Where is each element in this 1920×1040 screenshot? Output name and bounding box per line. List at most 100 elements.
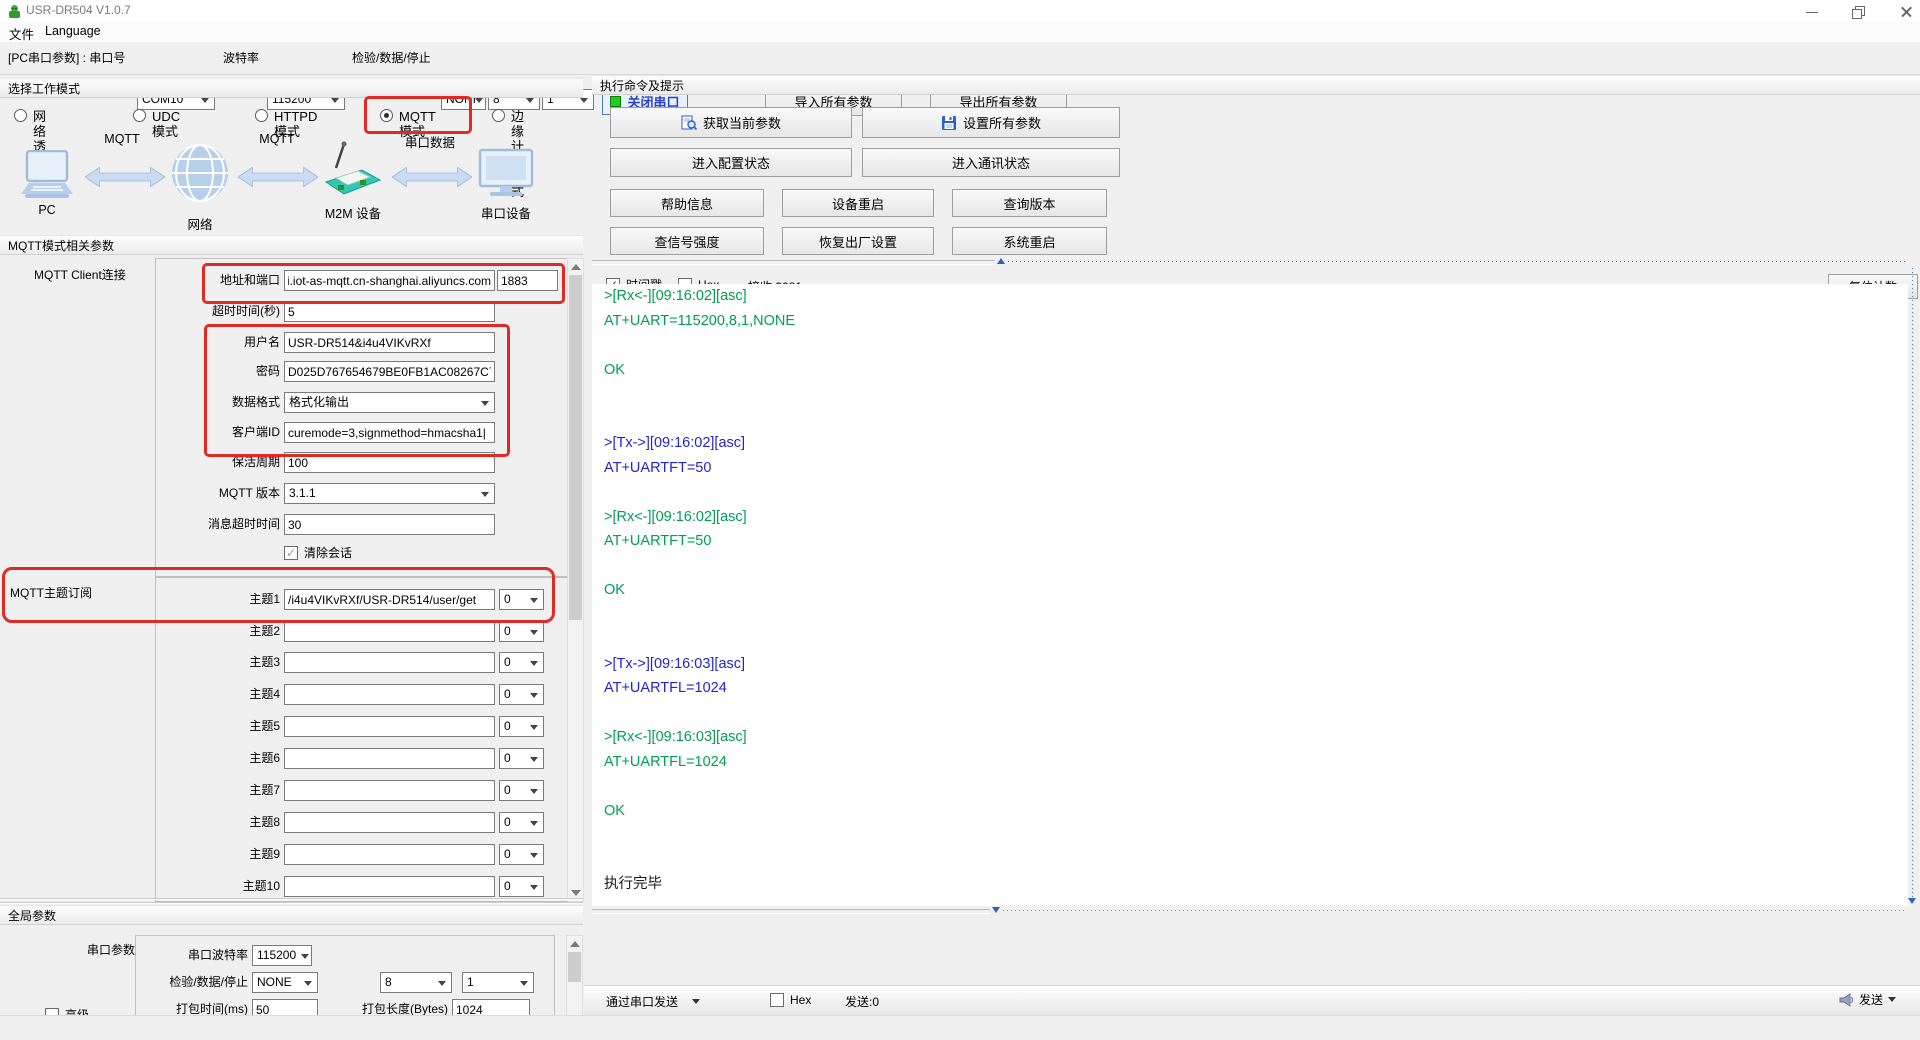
log-bottom-splitter-track[interactable] xyxy=(1003,907,1905,914)
chevron-down-icon xyxy=(530,789,538,794)
addr-input[interactable] xyxy=(284,270,495,291)
topic-3-input[interactable] xyxy=(284,652,495,673)
splitter-marker-icon[interactable] xyxy=(997,258,1005,264)
window-title: USR-DR504 V1.0.7 xyxy=(26,3,131,17)
data-format-select[interactable]: 格式化输出 xyxy=(284,392,495,413)
signal-strength-button[interactable]: 查信号强度 xyxy=(610,227,764,255)
topic-2-input[interactable] xyxy=(284,621,495,642)
mqtt-version-select[interactable]: 3.1.1 xyxy=(284,483,495,504)
client-id-label: 客户端ID xyxy=(231,425,280,439)
timeout-label: 超时时间(秒) xyxy=(212,304,280,318)
global-stopbits-select[interactable]: 1 xyxy=(462,972,534,993)
topic-5-input[interactable] xyxy=(284,716,495,737)
data-format-value: 格式化输出 xyxy=(289,395,350,409)
set-params-button[interactable]: 设置所有参数 xyxy=(862,107,1120,138)
topic-9-qos-select[interactable]: 0 xyxy=(499,844,544,865)
chevron-down-icon xyxy=(530,757,538,762)
topic-7-input[interactable] xyxy=(284,780,495,801)
help-info-button[interactable]: 帮助信息 xyxy=(610,189,764,217)
factory-reset-button[interactable]: 恢复出厂设置 xyxy=(782,227,934,255)
log-line: 执行完毕 xyxy=(604,876,662,892)
serial-open-indicator-icon xyxy=(610,95,622,107)
checkbox-unchecked-icon xyxy=(770,993,784,1007)
topic-10-qos-select[interactable]: 0 xyxy=(499,876,544,897)
restore-button[interactable] xyxy=(1843,4,1873,19)
baud-label: 波特率 xyxy=(223,51,260,65)
minimize-button[interactable] xyxy=(1796,4,1826,19)
topic-10-input[interactable] xyxy=(284,876,495,897)
port-input[interactable] xyxy=(497,270,558,291)
topic-8-qos-select[interactable]: 0 xyxy=(499,812,544,833)
get-params-button[interactable]: 获取当前参数 xyxy=(610,107,852,138)
work-mode-header: 选择工作模式 xyxy=(0,78,583,98)
global-databits-select[interactable]: 8 xyxy=(380,972,452,993)
enter-config-button[interactable]: 进入配置状态 xyxy=(610,148,852,177)
chevron-down-icon xyxy=(530,630,538,635)
chevron-down-icon xyxy=(481,492,489,497)
topic-3-qos-select[interactable]: 0 xyxy=(499,652,544,673)
qos-value: 0 xyxy=(504,783,511,797)
qos-value: 0 xyxy=(504,751,511,765)
global-parity-select[interactable]: NONE xyxy=(252,972,318,993)
chevron-down-icon xyxy=(201,98,209,103)
splitter-marker-icon[interactable] xyxy=(1908,898,1916,904)
password-input[interactable] xyxy=(284,361,495,382)
msg-timeout-input[interactable] xyxy=(284,514,495,535)
pc-laptop-icon xyxy=(21,150,73,198)
log-right-splitter-track[interactable] xyxy=(1909,268,1916,898)
scroll-up-icon[interactable] xyxy=(571,264,581,270)
get-params-label: 获取当前参数 xyxy=(702,116,781,131)
log-output[interactable]: >[Rx<-][09:16:02][asc] AT+UART=115200,8,1… xyxy=(592,284,1908,906)
menu-language[interactable]: Language xyxy=(45,24,101,38)
topic-6-input[interactable] xyxy=(284,748,495,769)
left-panel-scrollbar[interactable] xyxy=(567,258,584,902)
topic-1-qos-select[interactable]: 0 xyxy=(499,589,544,610)
qos-value: 0 xyxy=(504,624,511,638)
topic-9-input[interactable] xyxy=(284,844,495,865)
global-baud-select[interactable]: 115200 xyxy=(252,945,312,966)
app-window: USR-DR504 V1.0.7 文件 Language [PC串口参数] : … xyxy=(0,0,1920,1040)
scrollbar-thumb[interactable] xyxy=(569,275,582,620)
scroll-up-icon[interactable] xyxy=(570,941,580,947)
log-bottom-splitter[interactable] xyxy=(592,909,990,914)
diagram-pc-label: PC xyxy=(38,203,56,217)
send-button[interactable]: 发送 xyxy=(1838,991,1897,1008)
topic-8-input[interactable] xyxy=(284,812,495,833)
log-top-splitter-track[interactable] xyxy=(1008,258,1905,265)
menu-file[interactable]: 文件 xyxy=(9,24,34,43)
topic-4-qos-select[interactable]: 0 xyxy=(499,684,544,705)
chevron-down-icon xyxy=(530,693,538,698)
send-via-serial-dropdown[interactable]: 通过串口发送 xyxy=(606,993,678,1010)
close-button[interactable] xyxy=(1890,4,1920,19)
query-version-button[interactable]: 查询版本 xyxy=(952,189,1107,217)
chevron-down-icon[interactable] xyxy=(692,999,700,1004)
topic-7-qos-select[interactable]: 0 xyxy=(499,780,544,801)
diagram-net-label: 网络 xyxy=(187,218,213,232)
system-restart-button[interactable]: 系统重启 xyxy=(952,227,1107,255)
topic-6-qos-select[interactable]: 0 xyxy=(499,748,544,769)
splitter-marker-icon[interactable] xyxy=(992,907,1000,913)
topic-1-input[interactable] xyxy=(284,589,495,610)
log-line: AT+UARTFL=1024 xyxy=(604,753,727,770)
timeout-input[interactable] xyxy=(284,301,495,322)
radio-selected-icon xyxy=(380,109,393,122)
log-top-splitter[interactable] xyxy=(592,260,995,265)
username-input[interactable] xyxy=(284,332,495,353)
mode-option-label: UDC模式 xyxy=(152,109,181,139)
topic-2-qos-select[interactable]: 0 xyxy=(499,621,544,642)
app-icon xyxy=(9,5,20,18)
client-id-input[interactable] xyxy=(284,422,495,443)
qos-value: 0 xyxy=(504,847,511,861)
topic-4-input[interactable] xyxy=(284,684,495,705)
scrollbar-thumb[interactable] xyxy=(568,952,581,982)
keepalive-input[interactable] xyxy=(284,452,495,473)
chevron-down-icon xyxy=(530,725,538,730)
enter-comm-button[interactable]: 进入通讯状态 xyxy=(862,148,1120,177)
title-bar: USR-DR504 V1.0.7 xyxy=(0,0,1920,22)
keepalive-label: 保活周期 xyxy=(231,455,280,469)
mqtt-params-header: MQTT模式相关参数 xyxy=(0,235,583,255)
topic-5-qos-select[interactable]: 0 xyxy=(499,716,544,737)
scroll-down-icon[interactable] xyxy=(571,890,581,896)
device-reboot-button[interactable]: 设备重启 xyxy=(782,189,934,217)
